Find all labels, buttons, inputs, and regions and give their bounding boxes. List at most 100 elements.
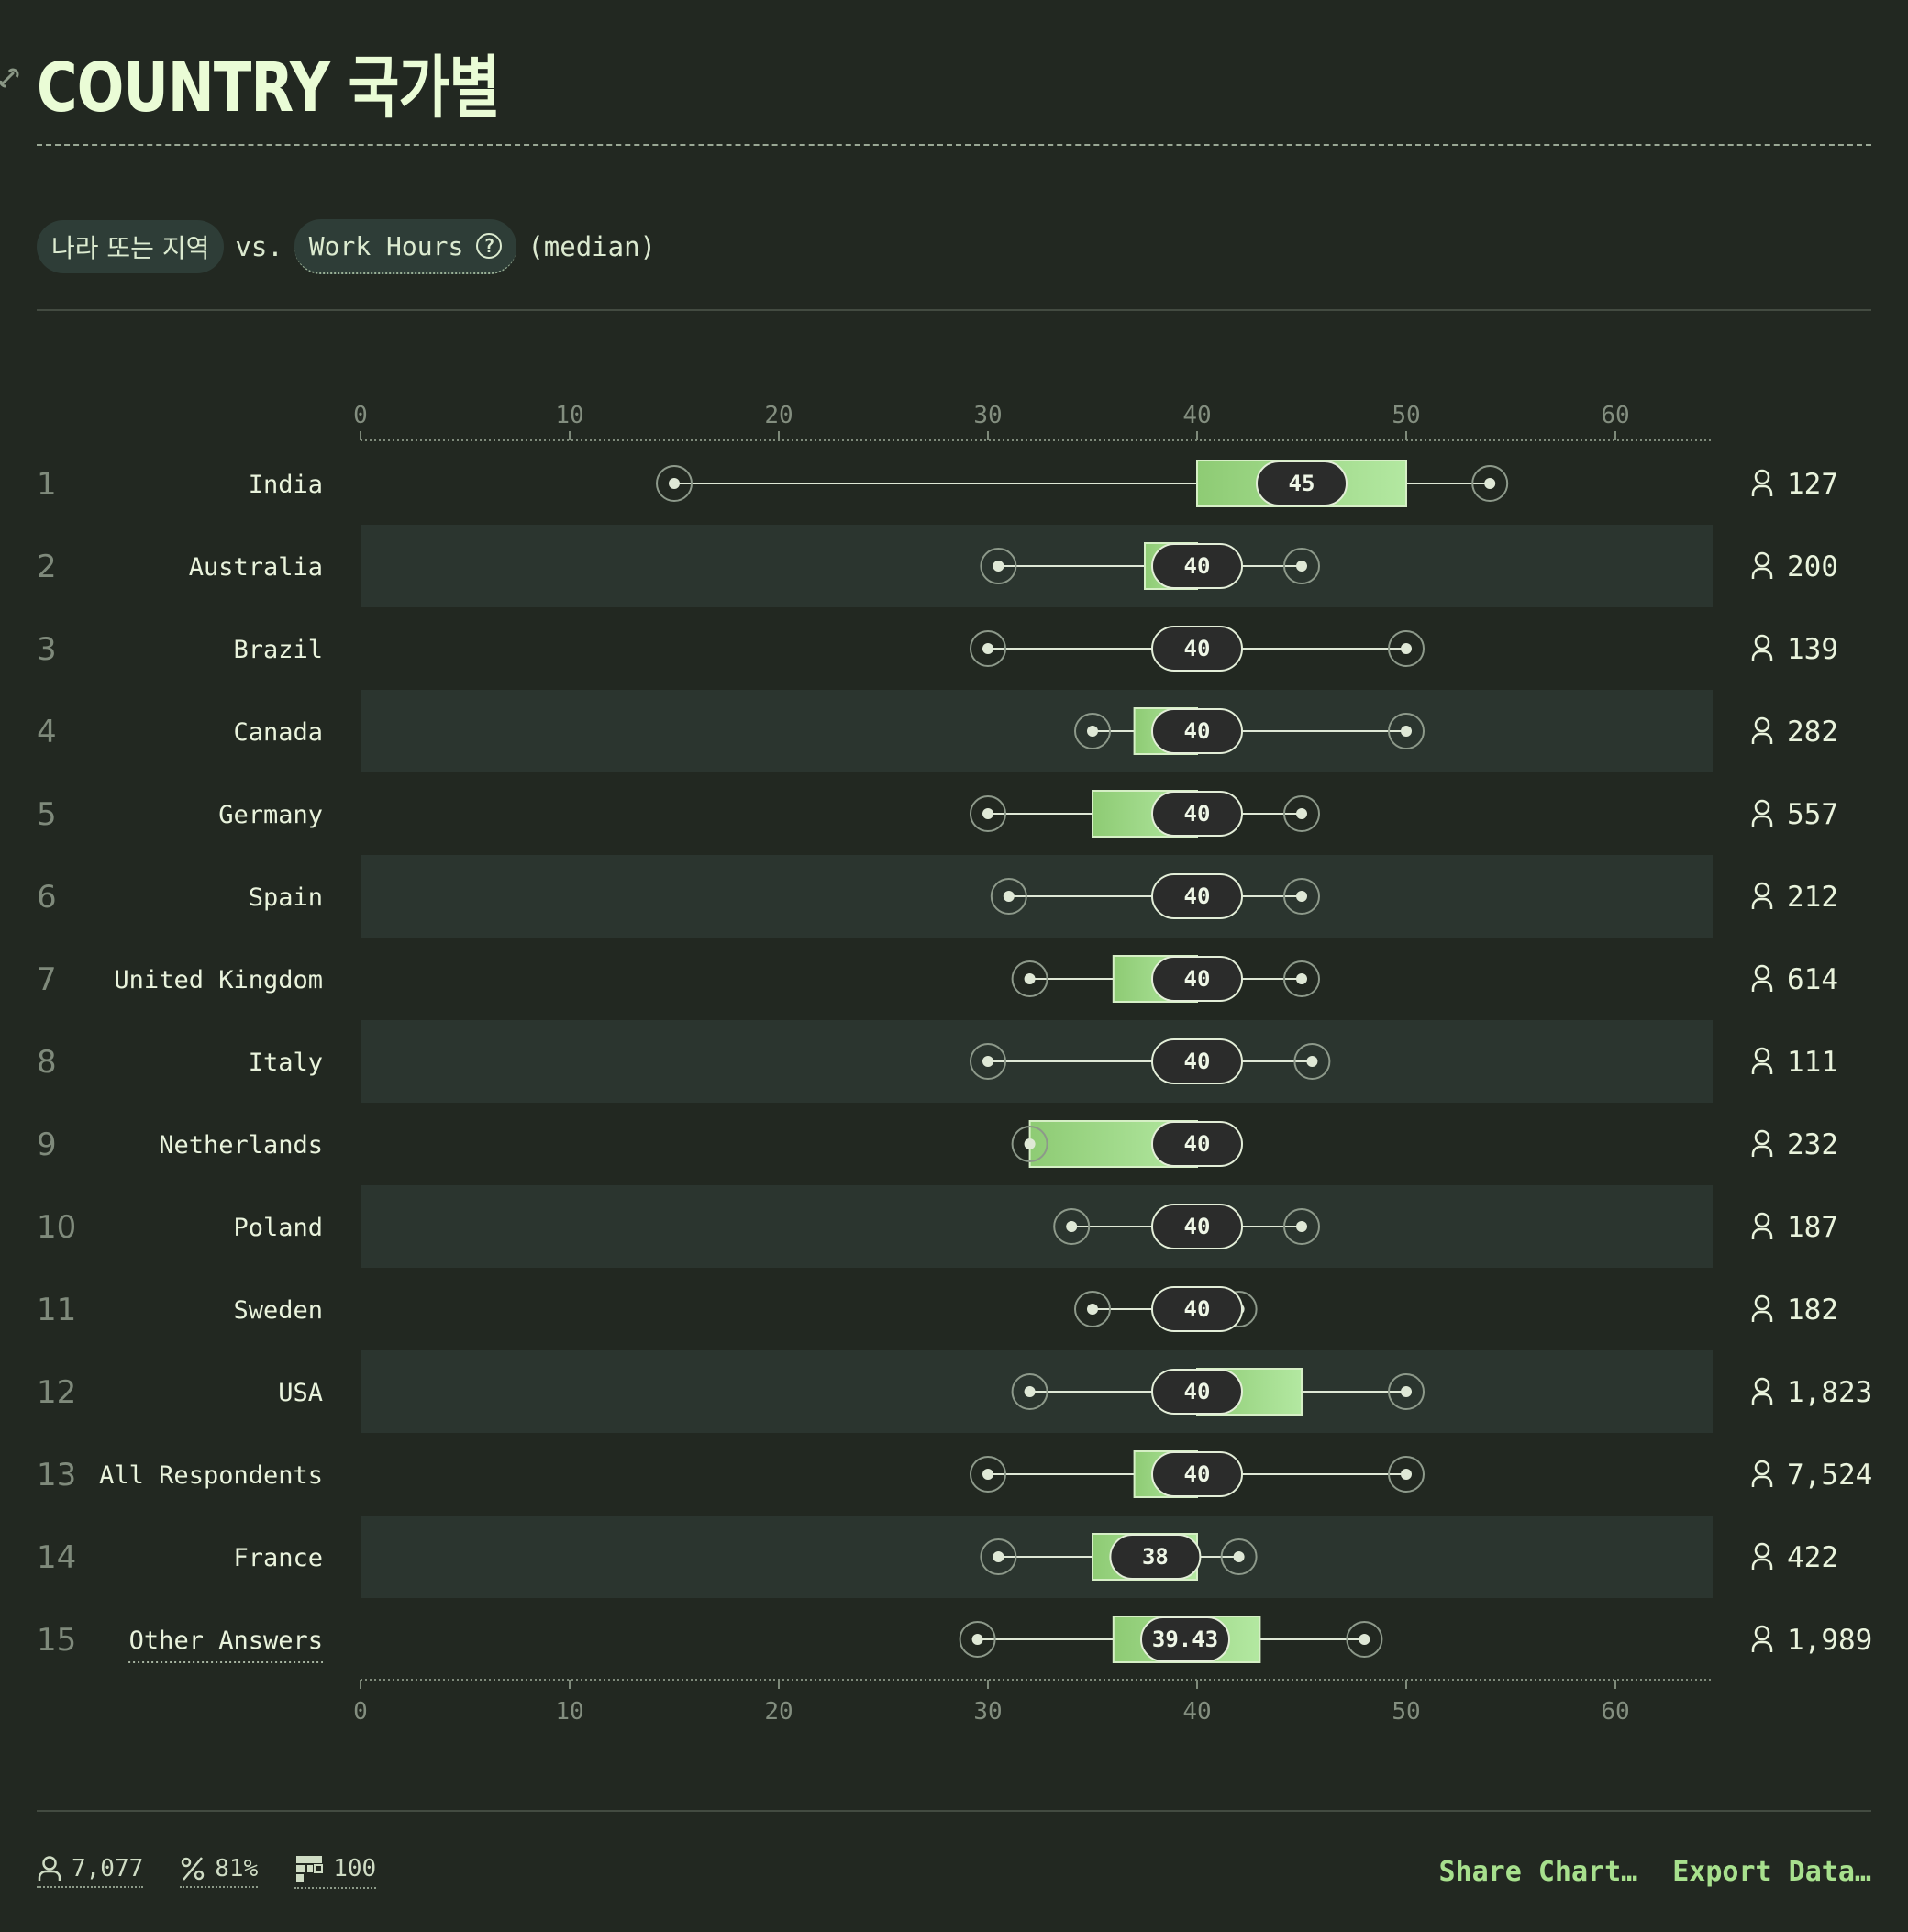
share-chart-button[interactable]: Share Chart…	[1439, 1856, 1638, 1888]
max-marker-dot	[1359, 1634, 1370, 1645]
row-label: Other Answers	[129, 1627, 323, 1655]
row-count: 282	[1787, 716, 1838, 749]
row-count: 182	[1787, 1294, 1838, 1327]
row-count: 232	[1787, 1128, 1838, 1161]
median-value: 40	[1184, 1131, 1211, 1157]
person-icon	[1751, 1377, 1773, 1405]
person-icon	[1751, 551, 1773, 579]
row-count: 7,524	[1787, 1459, 1872, 1492]
x-tick-label: 0	[353, 1698, 368, 1726]
person-icon-body	[1751, 1475, 1773, 1487]
row-rank: 1	[37, 466, 57, 503]
person-icon-body	[1751, 567, 1773, 579]
person-icon-head	[1754, 634, 1770, 650]
row-label: Spain	[249, 883, 323, 912]
row-label: Poland	[233, 1214, 323, 1242]
max-marker-dot	[1306, 1056, 1318, 1067]
row-rank: 6	[37, 879, 57, 916]
median-value: 39.43	[1152, 1627, 1218, 1652]
percent-stat[interactable]: 81%	[180, 1855, 259, 1888]
max-marker-dot	[1296, 1221, 1307, 1232]
x-tick-label: 30	[973, 402, 1002, 429]
grid-blocks-icon	[296, 1856, 324, 1882]
x-tick-label: 20	[764, 402, 793, 429]
row-count: 200	[1787, 550, 1838, 583]
x-tick-label: 50	[1392, 402, 1420, 429]
person-icon-head	[1754, 469, 1770, 485]
person-icon-body	[1751, 897, 1773, 909]
person-icon	[1751, 1625, 1773, 1652]
person-icon-body	[1751, 1062, 1773, 1074]
person-icon-head	[1754, 716, 1770, 733]
row-label: France	[233, 1544, 323, 1572]
max-marker-dot	[1296, 891, 1307, 902]
min-marker-dot	[1024, 973, 1036, 984]
questions-stat[interactable]: 100	[294, 1854, 377, 1889]
row-label: India	[249, 471, 323, 499]
row-rank: 2	[37, 549, 57, 585]
median-value: 40	[1184, 1461, 1211, 1487]
person-icon-head	[1754, 1047, 1770, 1063]
boxplot-chart: 0 10 20 30 40 50 600 10 20 30 40 50 601 India 45 1272 Au…	[37, 402, 1872, 1726]
person-icon	[1751, 469, 1773, 496]
person-icon-head	[1754, 551, 1770, 568]
row-rank: 4	[37, 714, 57, 750]
x-tick-label: 40	[1182, 402, 1211, 429]
row-count: 127	[1787, 468, 1838, 501]
respondents-stat[interactable]: 7,077	[37, 1855, 144, 1888]
row-rank: 5	[37, 796, 57, 833]
min-marker-dot	[993, 1551, 1004, 1562]
person-icon-body	[1751, 980, 1773, 992]
min-marker-dot	[971, 1634, 983, 1645]
boxplot-row: 1 India 45 127	[37, 460, 1838, 507]
x-tick-label: 50	[1392, 1698, 1420, 1726]
boxplot-row: 13 All Respondents 40 7,524	[37, 1450, 1872, 1498]
row-count: 614	[1787, 963, 1838, 996]
row-label: All Respondents	[99, 1461, 323, 1490]
row-count: 111	[1787, 1046, 1838, 1079]
x-tick-label: 40	[1182, 1698, 1211, 1726]
x-tick-label: 30	[973, 1698, 1002, 1726]
max-marker-dot	[1401, 1469, 1412, 1480]
median-value: 40	[1184, 1379, 1211, 1405]
row-label: Italy	[249, 1049, 323, 1077]
row-count: 139	[1787, 633, 1838, 666]
max-marker-dot	[1233, 1551, 1245, 1562]
person-icon-head	[1754, 1294, 1770, 1311]
person-icon-head	[1754, 1377, 1770, 1393]
respondents-value: 7,077	[72, 1855, 144, 1882]
min-marker-dot	[1066, 1221, 1078, 1232]
percent-value: 81%	[215, 1855, 259, 1882]
boxplot-row: 15 Other Answers 39.43 1,989	[37, 1616, 1872, 1663]
person-icon-body	[1751, 1393, 1773, 1405]
x-tick-label: 10	[555, 402, 583, 429]
min-marker-dot	[1024, 1386, 1036, 1397]
row-count: 1,989	[1787, 1624, 1872, 1657]
export-data-button[interactable]: Export Data…	[1672, 1856, 1871, 1888]
person-icon-body	[1751, 815, 1773, 827]
person-icon-head	[1754, 1212, 1770, 1228]
x-tick-label: 60	[1601, 1698, 1629, 1726]
footer-divider	[37, 1810, 1871, 1812]
x-tick-label: 60	[1601, 402, 1629, 429]
row-rank: 13	[37, 1457, 76, 1493]
row-label: Netherlands	[159, 1131, 323, 1160]
min-marker-dot	[993, 561, 1004, 572]
footer-stats: 7,077 81% 100	[37, 1849, 413, 1893]
row-label: United Kingdom	[114, 966, 323, 994]
median-value: 40	[1184, 1049, 1211, 1074]
min-marker-dot	[982, 808, 993, 819]
max-marker-dot	[1401, 726, 1412, 737]
median-value: 40	[1184, 966, 1211, 992]
median-value: 45	[1289, 471, 1315, 496]
row-label: Brazil	[233, 636, 323, 664]
person-icon	[1751, 634, 1773, 661]
x-tick-label: 0	[353, 402, 368, 429]
person-icon	[1751, 1212, 1773, 1239]
x-tick-label: 20	[764, 1698, 793, 1726]
row-rank: 15	[37, 1622, 76, 1659]
person-icon-body	[1751, 650, 1773, 661]
person-icon	[1751, 1047, 1773, 1074]
row-count: 1,823	[1787, 1376, 1872, 1409]
person-icon-head	[1754, 1625, 1770, 1641]
